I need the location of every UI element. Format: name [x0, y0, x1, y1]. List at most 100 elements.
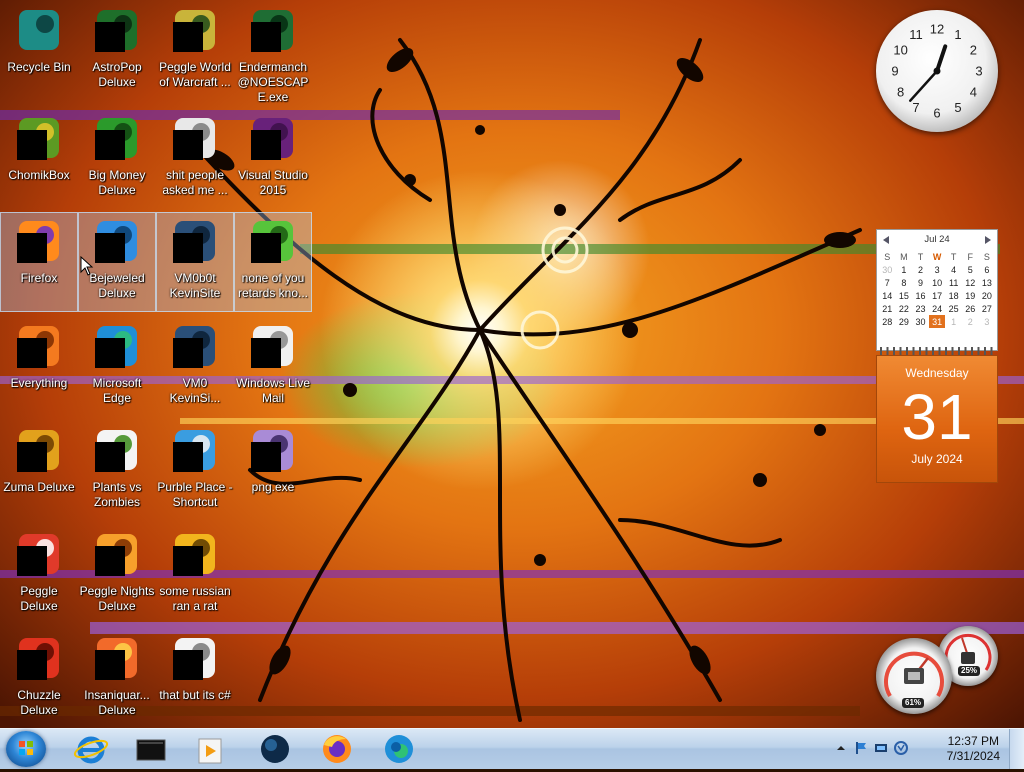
clock-numeral: 2: [970, 43, 977, 58]
desktop-icon[interactable]: shit people asked me ...: [156, 110, 234, 210]
desktop-icon[interactable]: Peggle World of Warcraft ...: [156, 2, 234, 102]
clock-numeral: 1: [954, 27, 961, 42]
calendar-day-cell[interactable]: 8: [896, 276, 913, 289]
desktop-icon[interactable]: Plants vs Zombies: [78, 422, 156, 522]
calendar-day-cell[interactable]: 16: [912, 289, 929, 302]
calendar-day-cell[interactable]: 19: [962, 289, 979, 302]
desktop-icon-label: Endermanch @NOESCAPE.exe: [237, 60, 309, 104]
recycle-bin-icon: [15, 6, 63, 54]
desktop-icon[interactable]: AstroPop Deluxe: [78, 2, 156, 102]
clock-numeral: 12: [930, 22, 944, 37]
desktop-icon-label: Plants vs Zombies: [92, 480, 142, 509]
show-hidden-icons-arrow-icon[interactable]: [834, 741, 848, 755]
calendar-day-cell[interactable]: 1: [896, 263, 913, 276]
desktop-icon[interactable]: Endermanch @NOESCAPE.exe: [234, 2, 312, 104]
start-button[interactable]: [6, 731, 46, 767]
calendar-day-cell[interactable]: 27: [979, 302, 996, 315]
calendar-day-cell[interactable]: 2: [912, 263, 929, 276]
calendar-day-cell[interactable]: 28: [879, 315, 896, 328]
calendar-day-cell[interactable]: 15: [896, 289, 913, 302]
desktop-icon[interactable]: ChomikBox: [0, 110, 78, 210]
desktop-icon[interactable]: Peggle Nights Deluxe: [78, 526, 156, 626]
desktop-icon[interactable]: Recycle Bin: [0, 2, 78, 102]
desktop-icon[interactable]: VM0b0t KevinSite: [156, 212, 234, 312]
calendar-gadget[interactable]: Jul 24 S M T W T F S 30 1 2 3 4 5 6 7 8 9 10 11 12 13 14 15 16 1…: [876, 229, 998, 483]
calendar-day-cell[interactable]: 25: [945, 302, 962, 315]
taskbar-clock[interactable]: 12:37 PM 7/31/2024: [947, 734, 1000, 764]
desktop-icon-label: Peggle World of Warcraft ...: [159, 60, 231, 89]
calendar-weekday-label: S: [884, 251, 891, 262]
calendar-day-cell[interactable]: 30: [879, 263, 896, 276]
calendar-day-cell[interactable]: 12: [962, 276, 979, 289]
desktop-icon[interactable]: Windows Live Mail: [234, 318, 312, 418]
calendar-day-cell[interactable]: 10: [929, 276, 946, 289]
desktop-icon[interactable]: Insaniquar... Deluxe: [78, 630, 156, 730]
desktop-icon[interactable]: VM0 KevinSi...: [156, 318, 234, 418]
calendar-day-cell[interactable]: 11: [945, 276, 962, 289]
calendar-day-cell[interactable]: 7: [879, 276, 896, 289]
calendar-day-cell[interactable]: 29: [896, 315, 913, 328]
calendar-weekday-label: T: [917, 251, 924, 262]
desktop-icon[interactable]: some russian ran a rat: [156, 526, 234, 626]
calendar-day-cell[interactable]: 4: [945, 263, 962, 276]
desktop-icon[interactable]: Peggle Deluxe: [0, 526, 78, 626]
zuma-icon: [15, 426, 63, 474]
calendar-day-cell[interactable]: 5: [962, 263, 979, 276]
calendar-day-cell[interactable]: 26: [962, 302, 979, 315]
calendar-today-cell[interactable]: 31: [928, 315, 946, 328]
taskbar-media-player[interactable]: [186, 731, 236, 767]
chomikbox-icon: [15, 114, 63, 162]
calendar-day-cell[interactable]: 9: [912, 276, 929, 289]
taskbar-globe-app[interactable]: [250, 731, 300, 767]
desktop-icon-label: none of you retards kno...: [237, 271, 309, 300]
desktop-icon-label: Microsoft Edge: [92, 376, 142, 405]
calendar-day-cell[interactable]: 2: [962, 315, 979, 328]
taskbar-internet-explorer[interactable]: [66, 731, 116, 767]
calendar-day-cell[interactable]: 6: [979, 263, 996, 276]
calendar-day-cell[interactable]: 14: [879, 289, 896, 302]
desktop-icon[interactable]: Visual Studio 2015: [234, 110, 312, 210]
desktop-icon[interactable]: Firefox: [0, 212, 78, 312]
hour-hand: [935, 44, 948, 73]
clock-numeral: 5: [954, 100, 961, 115]
network-icon[interactable]: [874, 741, 888, 755]
calendar-day-cell[interactable]: 18: [945, 289, 962, 302]
calendar-grid: S M T W T F S 30 1 2 3 4 5 6 7 8 9 10 11 12 13 14 15 16 17 18 19 20…: [879, 250, 995, 328]
action-center-flag-icon[interactable]: [854, 741, 868, 755]
taskbar-firefox[interactable]: [312, 731, 362, 767]
volume-icon[interactable]: [894, 741, 908, 755]
calendar-day-number: 31: [901, 381, 973, 453]
desktop-icon[interactable]: that but its c#: [156, 630, 234, 730]
desktop-icon[interactable]: Chuzzle Deluxe: [0, 630, 78, 730]
calendar-day-cell[interactable]: 23: [912, 302, 929, 315]
desktop-icon[interactable]: Big Money Deluxe: [78, 110, 156, 210]
show-desktop-button[interactable]: [1009, 729, 1024, 769]
desktop-icon[interactable]: Microsoft Edge: [78, 318, 156, 418]
desktop-icon-label: Windows Live Mail: [235, 376, 311, 405]
previous-month-icon[interactable]: [883, 236, 889, 244]
desktop-icon[interactable]: Zuma Deluxe: [0, 422, 78, 522]
desktop-icon[interactable]: png.exe: [234, 422, 312, 522]
next-month-icon[interactable]: [985, 236, 991, 244]
calendar-day-cell[interactable]: 3: [929, 263, 946, 276]
taskbar-terminal[interactable]: [126, 731, 176, 767]
calendar-day-cell[interactable]: 17: [929, 289, 946, 302]
calendar-day-cell[interactable]: 13: [979, 276, 996, 289]
desktop-icon[interactable]: Purble Place - Shortcut: [156, 422, 234, 522]
desktop-icon[interactable]: Everything: [0, 318, 78, 418]
clock-numeral: 9: [891, 64, 898, 79]
desktop-icon-label: Everything: [10, 376, 68, 390]
clock-gadget[interactable]: 1 2 3 4 5 6 7 8 9 10 11 12: [876, 10, 998, 132]
calendar-day-cell[interactable]: 21: [879, 302, 896, 315]
calendar-day-cell[interactable]: 22: [896, 302, 913, 315]
calendar-day-cell[interactable]: 24: [929, 302, 946, 315]
plants-vs-zombies-icon: [93, 426, 141, 474]
calendar-day-cell[interactable]: 1: [945, 315, 962, 328]
calendar-day-cell[interactable]: 20: [979, 289, 996, 302]
calendar-day-cell[interactable]: 30: [912, 315, 929, 328]
desktop-icon-label: that but its c#: [159, 688, 231, 702]
clock-numeral: 7: [912, 100, 919, 115]
desktop-icon[interactable]: none of you retards kno...: [234, 212, 312, 312]
calendar-day-cell[interactable]: 3: [979, 315, 996, 328]
taskbar-edge[interactable]: [374, 731, 424, 767]
